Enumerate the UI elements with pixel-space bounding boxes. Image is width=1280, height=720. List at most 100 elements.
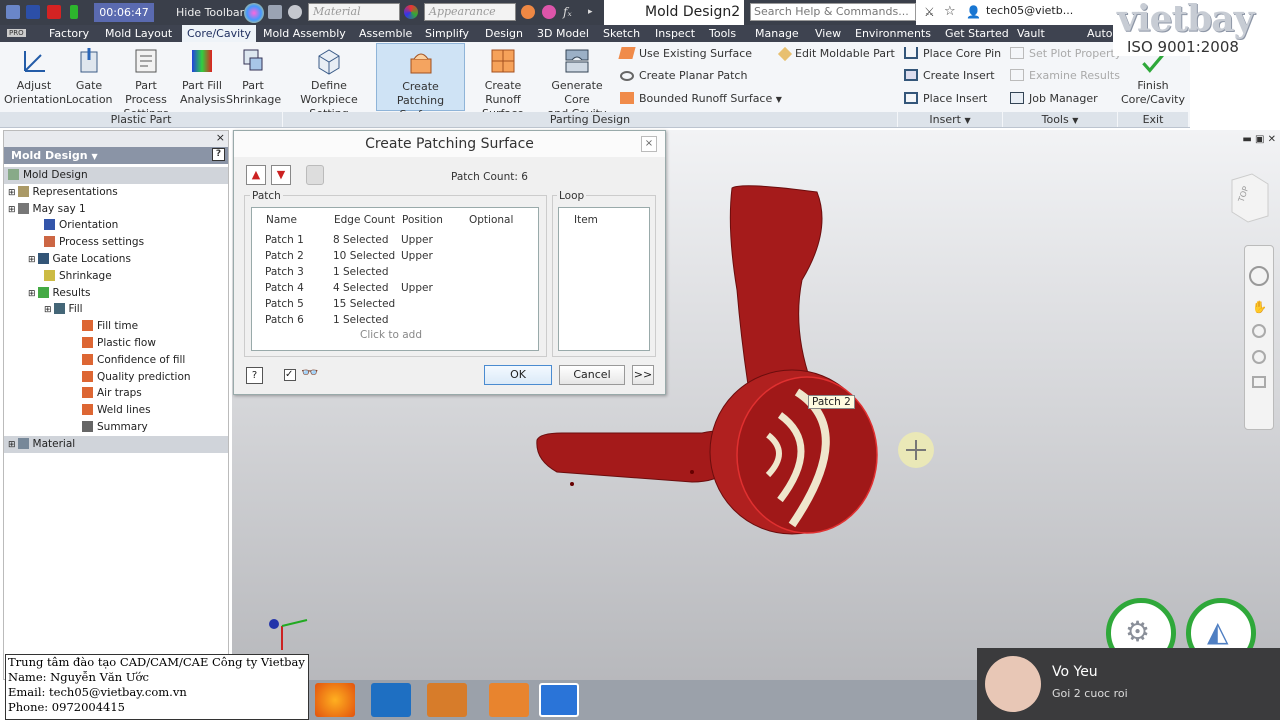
close-icon[interactable]: × <box>641 136 657 152</box>
cancel-button[interactable]: Cancel <box>559 365 625 385</box>
move-up-icon[interactable]: ▲ <box>246 165 266 185</box>
create-insert-button[interactable]: Create Insert <box>904 69 995 83</box>
examine-results-button[interactable]: Examine Results <box>1010 69 1120 83</box>
place-insert-button[interactable]: Place Insert <box>904 92 987 106</box>
tab-vault[interactable]: Vault <box>1012 25 1050 42</box>
expand-icon[interactable]: ⊞ <box>28 289 36 299</box>
chat-notification[interactable]: Vo Yeu Goi 2 cuoc roi <box>977 648 1280 720</box>
stop-icon[interactable] <box>47 5 61 19</box>
patch-table[interactable]: Name Edge Count Position Optional Patch … <box>251 207 539 351</box>
fx-icon[interactable]: 𝑓ₓ <box>563 5 577 19</box>
restore-icon[interactable]: ▣ <box>1255 134 1264 145</box>
loop-table[interactable]: Item <box>558 207 650 351</box>
appearance-select[interactable]: Appearance <box>424 3 516 21</box>
tab-get-started[interactable]: Get Started <box>940 25 1014 42</box>
part-shrinkage-button[interactable]: Part Shrinkage <box>226 46 281 107</box>
user-icon[interactable]: 👤 <box>966 5 981 19</box>
tree-item-orientation[interactable]: Orientation <box>4 217 228 234</box>
tree-item-weld-lines[interactable]: Weld lines <box>4 402 228 419</box>
table-row[interactable]: Patch 5 15 Selected <box>252 296 538 312</box>
define-workpiece-setting-button[interactable]: Define Workpiece Setting <box>284 46 374 121</box>
tree-item-quality-prediction[interactable]: Quality prediction <box>4 369 228 386</box>
tree-item-fill[interactable]: ⊞ Fill <box>4 301 228 318</box>
create-planar-patch-button[interactable]: Create Planar Patch <box>620 69 747 83</box>
look-at-icon[interactable] <box>1252 376 1266 388</box>
tab-mold-layout[interactable]: Mold Layout <box>100 25 177 42</box>
user-account[interactable]: tech05@vietb... <box>986 4 1073 17</box>
col-position[interactable]: Position <box>402 212 443 228</box>
tree-item-confidence-of-fill[interactable]: Confidence of fill <box>4 352 228 369</box>
tree-item-may-say-1[interactable]: ⊞ May say 1 <box>4 201 228 218</box>
edit-moldable-part-button[interactable]: Edit Moldable Part <box>777 46 895 62</box>
tree-item-shrinkage[interactable]: Shrinkage <box>4 268 228 285</box>
outlook-icon[interactable] <box>371 683 411 717</box>
tab-3d-model[interactable]: 3D Model <box>532 25 594 42</box>
ok-button[interactable]: OK <box>484 365 552 385</box>
more-icon[interactable]: ▸ <box>588 5 602 19</box>
tree-item-gate-locations[interactable]: ⊞ Gate Locations <box>4 251 228 268</box>
tab-inspect[interactable]: Inspect <box>650 25 700 42</box>
orbit-icon[interactable] <box>1252 350 1266 364</box>
tree-item-representations[interactable]: ⊞ Representations <box>4 184 228 201</box>
tab-factory[interactable]: Factory <box>44 25 94 42</box>
settings-icon[interactable] <box>288 5 302 19</box>
tree-item-material[interactable]: ⊞ Material <box>4 435 228 453</box>
browser-header[interactable]: Mold Design ▼? <box>4 147 228 164</box>
part-fill-analysis-button[interactable]: Part Fill Analysis <box>180 46 225 107</box>
finish-core-cavity-button[interactable]: Finish Core/Cavity <box>1121 52 1185 107</box>
color-override-icon[interactable] <box>521 5 535 19</box>
use-existing-surface-button[interactable]: Use Existing Surface <box>618 47 752 61</box>
expand-icon[interactable]: ⊞ <box>28 255 36 265</box>
table-row[interactable]: Patch 1 8 Selected Upper <box>252 232 538 248</box>
bounded-runoff-surface-button[interactable]: Bounded Runoff Surface ▼ <box>620 92 782 107</box>
col-optional[interactable]: Optional <box>469 212 513 228</box>
star-icon[interactable]: ☆ <box>944 5 958 19</box>
expand-icon[interactable]: ⊞ <box>8 205 16 215</box>
click-to-add[interactable]: Click to add <box>252 327 538 343</box>
tree-item-process-settings[interactable]: Process settings <box>4 234 228 251</box>
expand-icon[interactable]: ⊞ <box>8 188 16 198</box>
tab-simplify[interactable]: Simplify <box>420 25 474 42</box>
help-icon[interactable]: ? <box>246 367 263 384</box>
generate-core-and-cavity-button[interactable]: Generate Core and Cavity <box>540 46 614 121</box>
pdf-icon[interactable] <box>489 683 529 717</box>
steering-wheel-icon[interactable] <box>1249 266 1269 286</box>
tab-manage[interactable]: Manage <box>750 25 804 42</box>
tab-view[interactable]: View <box>810 25 846 42</box>
delete-icon[interactable] <box>306 165 324 185</box>
part-process-settings-button[interactable]: Part Process Settings <box>114 46 178 121</box>
job-manager-button[interactable]: Job Manager <box>1010 92 1098 106</box>
grid-icon[interactable] <box>6 5 20 19</box>
more-button[interactable]: >> <box>632 365 654 385</box>
tab-assemble[interactable]: Assemble <box>354 25 417 42</box>
preview-checkbox[interactable]: ✓ <box>284 369 296 381</box>
close-icon[interactable]: × <box>216 131 225 144</box>
hide-toolbar-button[interactable]: Hide Toolbar <box>160 3 244 22</box>
tree-item-mold-design[interactable]: Mold Design <box>4 167 228 184</box>
list-icon[interactable] <box>268 5 282 19</box>
expand-icon[interactable]: ⊞ <box>8 440 16 450</box>
place-core-pin-button[interactable]: Place Core Pin <box>904 47 1001 61</box>
table-row[interactable]: Patch 4 4 Selected Upper <box>252 280 538 296</box>
zoom-icon[interactable] <box>1252 324 1266 338</box>
help-icon[interactable]: ? <box>212 148 225 161</box>
table-row[interactable]: Patch 2 10 Selected Upper <box>252 248 538 264</box>
tab-mold-assembly[interactable]: Mold Assembly <box>258 25 351 42</box>
chevron-down-icon[interactable]: ▼ <box>776 95 782 104</box>
create-runoff-surface-button[interactable]: Create Runoff Surface <box>467 46 539 121</box>
set-plot-property-button[interactable]: Set Plot Property <box>1010 47 1121 61</box>
close-icon[interactable]: ✕ <box>1268 134 1276 145</box>
search-input[interactable]: Search Help & Commands... <box>750 3 916 21</box>
table-row[interactable]: Patch 6 1 Selected <box>252 312 538 328</box>
gate-location-button[interactable]: Gate Location <box>66 46 113 107</box>
tab-tools[interactable]: Tools <box>704 25 741 42</box>
tab-core-cavity[interactable]: Core/Cavity <box>182 25 256 42</box>
inventor-icon[interactable] <box>427 683 467 717</box>
col-edge-count[interactable]: Edge Count <box>334 212 395 228</box>
group-insert[interactable]: Insert ▼ <box>898 112 1002 127</box>
tab-sketch[interactable]: Sketch <box>598 25 645 42</box>
table-row[interactable]: Patch 3 1 Selected <box>252 264 538 280</box>
firefox-icon[interactable] <box>315 683 355 717</box>
tab-design[interactable]: Design <box>480 25 528 42</box>
clear-appearance-icon[interactable] <box>542 5 556 19</box>
